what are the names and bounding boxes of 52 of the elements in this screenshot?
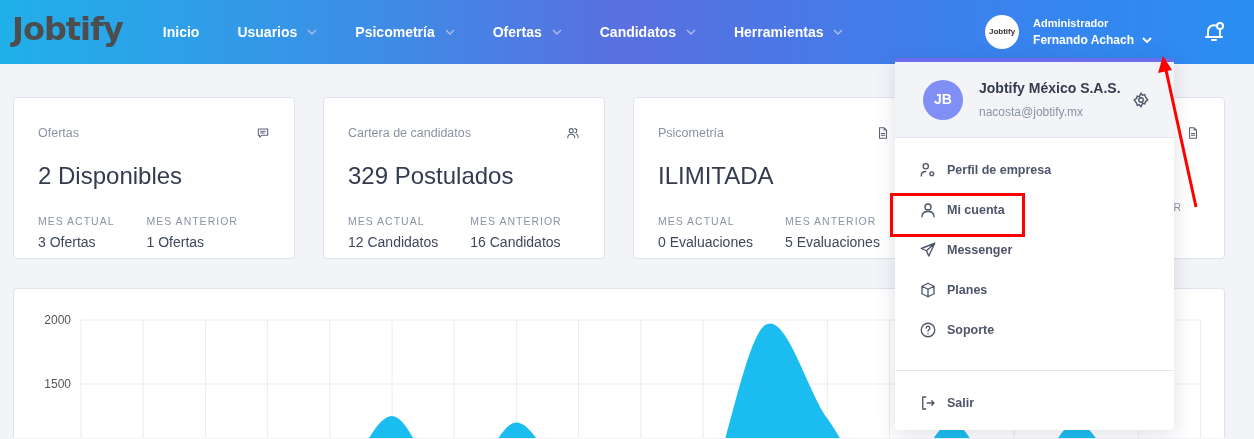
menu-item[interactable]: Soporte xyxy=(895,310,1174,350)
stat-label: R xyxy=(1173,200,1182,215)
logo[interactable]: Jobtify xyxy=(12,5,123,53)
company-name: Jobtify México S.A.S. xyxy=(979,79,1121,98)
stat-value: 329 Postulados xyxy=(348,161,515,191)
settings-icon[interactable] xyxy=(1132,90,1150,109)
menu-item[interactable]: Perfil de empresa xyxy=(895,150,1174,190)
stat-label: MES ANTERIOR xyxy=(470,214,562,229)
stat-text: 3 Ofertas xyxy=(38,232,97,252)
stat-text: 16 Candidatos xyxy=(470,232,562,252)
nav-link[interactable]: Ofertas xyxy=(492,21,562,43)
stat-value: 2 Disponibles xyxy=(38,161,184,191)
stat-label: MES ANTERIOR xyxy=(146,214,238,229)
user-icon xyxy=(919,201,937,219)
chevron-down-icon xyxy=(1142,37,1152,44)
card-title: Ofertas xyxy=(38,125,79,142)
package-icon xyxy=(919,281,937,299)
send-icon xyxy=(919,241,937,259)
logout-item[interactable]: Salir xyxy=(895,383,1174,423)
users-icon xyxy=(566,126,580,140)
nav-link[interactable]: Usuarios xyxy=(237,21,318,43)
stat-text: 12 Candidatos xyxy=(348,232,439,252)
company-avatar: JB xyxy=(923,79,963,120)
nav-link[interactable]: Psicometría xyxy=(355,21,455,43)
avatar: Jobtify xyxy=(985,15,1020,49)
help-icon xyxy=(919,321,937,339)
axis-label: 2000 xyxy=(44,313,71,327)
menu-item[interactable]: Planes xyxy=(895,270,1174,310)
stat-label: MES ACTUAL xyxy=(348,214,426,229)
stat-text: 1 Ofertas xyxy=(146,232,206,252)
stat-value: ILIMITADA xyxy=(658,161,775,191)
logout-icon xyxy=(919,394,937,412)
notification-icon[interactable] xyxy=(1202,20,1226,44)
company-email: nacosta@jobtify.mx xyxy=(979,104,1084,121)
nav-link[interactable]: Candidatos xyxy=(599,21,696,43)
stat-label: MES ACTUAL xyxy=(38,214,115,229)
axis-label: 1500 xyxy=(44,377,71,391)
card-title: Psicometría xyxy=(658,125,724,142)
document-icon xyxy=(876,126,890,140)
nav-link[interactable]: Herramientas xyxy=(733,21,844,43)
card-title: Cartera de candidatos xyxy=(348,125,471,142)
stat-label: MES ACTUAL xyxy=(658,214,736,229)
user-role: Administrador xyxy=(1033,15,1110,31)
stat-text: 0 Evaluaciones xyxy=(658,232,753,252)
stat-label: MES ANTERIOR xyxy=(784,214,878,229)
document-icon xyxy=(1186,126,1200,140)
nav-link[interactable]: Inicio xyxy=(162,21,200,43)
message-icon xyxy=(256,126,270,140)
stat-text: 5 Evaluaciones xyxy=(784,232,880,252)
menu-item[interactable]: Messenger xyxy=(895,230,1174,270)
user-menu-toggle[interactable]: Fernando Achach xyxy=(1033,31,1152,50)
menu-item[interactable]: Mi cuenta xyxy=(895,190,1174,230)
